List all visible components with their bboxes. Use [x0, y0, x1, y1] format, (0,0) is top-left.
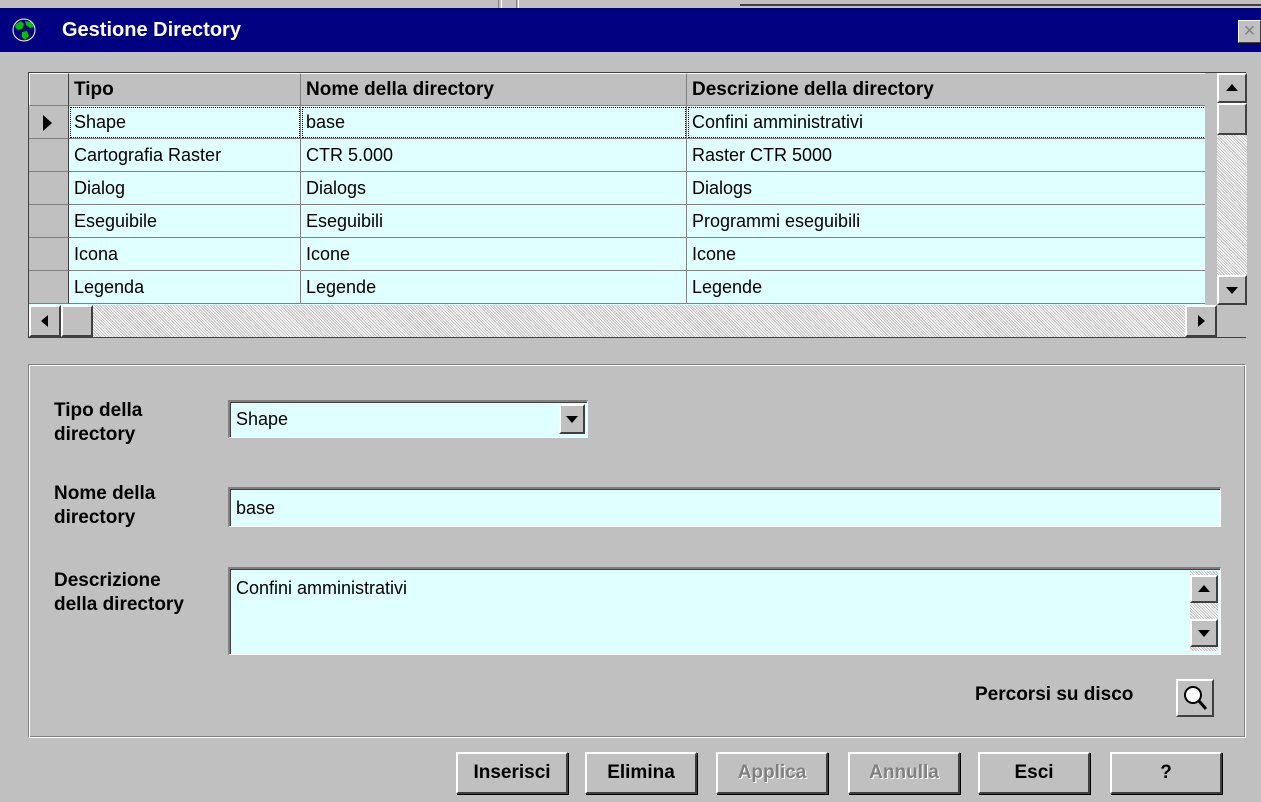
scroll-right-button[interactable]	[1185, 305, 1217, 337]
tipo-label-line2: directory	[54, 424, 136, 445]
row-selector[interactable]	[29, 172, 69, 205]
row-selector[interactable]	[29, 205, 69, 238]
table-row[interactable]: Icona Icone Icone	[29, 238, 1205, 271]
descr-label-line1: Descrizione	[54, 570, 161, 591]
cell-nome[interactable]: Icone	[301, 238, 687, 271]
help-button[interactable]: ?	[1110, 752, 1222, 794]
cell-descrizione[interactable]: Confini amministrativi	[687, 106, 1205, 139]
scroll-down-button[interactable]	[1217, 275, 1247, 305]
row-selector[interactable]	[29, 139, 69, 172]
cell-nome[interactable]: CTR 5.000	[301, 139, 687, 172]
cell-nome[interactable]: Dialogs	[301, 172, 687, 205]
scroll-left-button[interactable]	[29, 305, 61, 337]
current-row-icon	[43, 115, 52, 131]
divider	[498, 0, 502, 8]
grid-header-row: Tipo Nome della directory Descrizione de…	[29, 73, 1205, 106]
descrizione-directory-textarea[interactable]: Confini amministrativi	[228, 567, 1221, 655]
tipo-directory-combo[interactable]: Shape	[228, 400, 588, 438]
percorsi-search-button[interactable]	[1176, 679, 1214, 717]
table-row[interactable]: Cartografia Raster CTR 5.000 Raster CTR …	[29, 139, 1205, 172]
percorsi-label: Percorsi su disco	[975, 684, 1134, 705]
nome-directory-field[interactable]: base	[228, 487, 1221, 527]
elimina-button[interactable]: Elimina	[585, 752, 697, 794]
cell-tipo[interactable]: Eseguibile	[69, 205, 301, 238]
table-row[interactable]: Dialog Dialogs Dialogs	[29, 172, 1205, 205]
column-header-nome[interactable]: Nome della directory	[301, 73, 687, 106]
descr-label-line2: della directory	[54, 594, 184, 615]
directory-grid[interactable]: Tipo Nome della directory Descrizione de…	[28, 72, 1247, 338]
cell-tipo[interactable]: Icona	[69, 238, 301, 271]
row-selector[interactable]	[29, 106, 69, 139]
cell-nome[interactable]: base	[301, 106, 687, 139]
tipo-label-line1: Tipo della	[54, 400, 143, 421]
grid-table: Tipo Nome della directory Descrizione de…	[29, 73, 1205, 305]
arrow-down-icon	[1198, 630, 1210, 637]
divider	[740, 4, 1261, 6]
grid-vertical-scrollbar[interactable]	[1217, 73, 1247, 305]
divider	[516, 0, 519, 8]
scroll-thumb[interactable]	[1217, 103, 1247, 135]
cell-descrizione[interactable]: Programmi eseguibili	[687, 205, 1205, 238]
scroll-down-button[interactable]	[1190, 619, 1218, 647]
row-selector[interactable]	[29, 238, 69, 271]
scrollbar-corner	[1217, 305, 1247, 337]
cell-nome[interactable]: Eseguibili	[301, 205, 687, 238]
cell-tipo[interactable]: Shape	[69, 106, 301, 139]
dropdown-button[interactable]	[559, 404, 585, 434]
arrow-left-icon	[41, 315, 48, 327]
cell-descrizione[interactable]: Raster CTR 5000	[687, 139, 1205, 172]
grid-horizontal-scrollbar[interactable]	[29, 305, 1217, 337]
title-bar: Gestione Directory ×	[0, 8, 1261, 52]
magnifier-icon	[1184, 686, 1208, 710]
row-selector[interactable]	[29, 271, 69, 304]
cell-tipo[interactable]: Legenda	[69, 271, 301, 304]
background-window-strip	[0, 0, 1261, 8]
close-button[interactable]: ×	[1238, 20, 1261, 43]
cell-tipo[interactable]: Cartografia Raster	[69, 139, 301, 172]
cell-nome[interactable]: Legende	[301, 271, 687, 304]
descrizione-value: Confini amministrativi	[236, 578, 408, 598]
applica-button[interactable]: Applica	[716, 752, 828, 794]
tipo-directory-value: Shape	[236, 409, 289, 429]
globe-icon	[12, 18, 36, 42]
header-indicator-cell	[29, 73, 69, 106]
inserisci-button[interactable]: Inserisci	[456, 752, 568, 794]
cell-descrizione[interactable]: Icone	[687, 238, 1205, 271]
cell-descrizione[interactable]: Dialogs	[687, 172, 1205, 205]
scroll-up-button[interactable]	[1217, 73, 1247, 103]
table-row[interactable]: Shape base Confini amministrativi	[29, 106, 1205, 139]
cell-descrizione[interactable]: Legende	[687, 271, 1205, 304]
table-row[interactable]: Eseguibile Eseguibili Programmi eseguibi…	[29, 205, 1205, 238]
textarea-scrollbar[interactable]	[1190, 571, 1218, 651]
chevron-down-icon	[566, 416, 578, 423]
column-header-tipo[interactable]: Tipo	[69, 73, 301, 106]
nome-label-line1: Nome della	[54, 483, 156, 504]
annulla-button[interactable]: Annulla	[848, 752, 960, 794]
nome-label-line2: directory	[54, 507, 136, 528]
app-root: Gestione Directory × Tipo Nome della dir…	[0, 0, 1261, 802]
window-title: Gestione Directory	[62, 19, 241, 41]
cell-tipo[interactable]: Dialog	[69, 172, 301, 205]
arrow-right-icon	[1198, 315, 1205, 327]
edit-panel	[28, 364, 1246, 738]
arrow-down-icon	[1226, 287, 1238, 294]
table-row[interactable]: Legenda Legende Legende	[29, 271, 1205, 304]
scroll-thumb-horizontal[interactable]	[61, 305, 93, 337]
scroll-up-button[interactable]	[1190, 575, 1218, 603]
arrow-up-icon	[1198, 585, 1210, 592]
arrow-up-icon	[1226, 84, 1238, 91]
column-header-descrizione[interactable]: Descrizione della directory	[687, 73, 1205, 106]
esci-button[interactable]: Esci	[978, 752, 1090, 794]
